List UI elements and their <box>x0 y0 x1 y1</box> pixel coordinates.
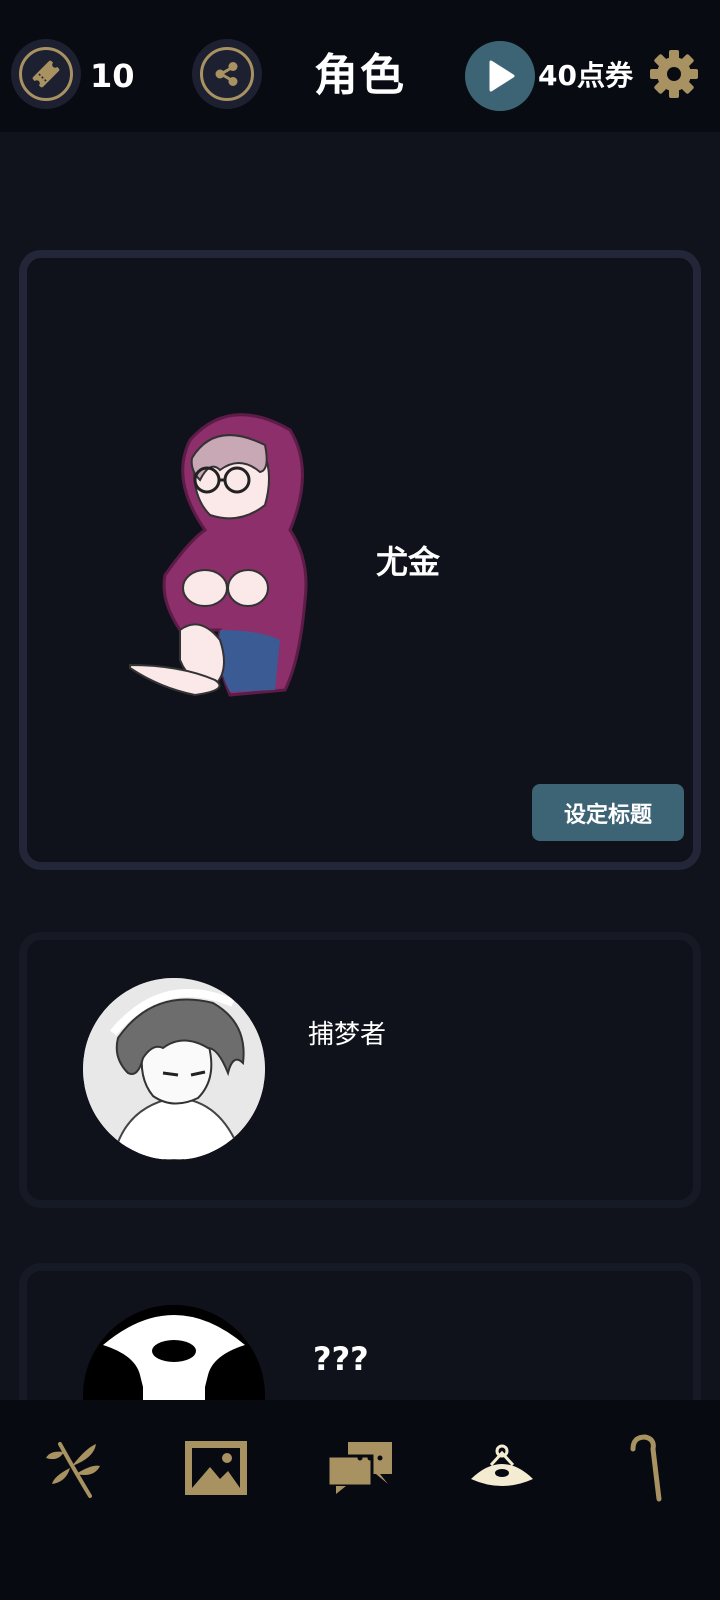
nav-chat[interactable] <box>320 1428 400 1508</box>
bottom-nav <box>0 1400 720 1600</box>
nav-branch[interactable] <box>34 1428 114 1508</box>
points-balance: 40点券 <box>538 59 633 92</box>
play-button[interactable] <box>465 41 535 111</box>
nav-character[interactable] <box>462 1428 542 1508</box>
top-bar: 10 角色 40点券 <box>0 0 720 132</box>
nav-cane[interactable] <box>604 1428 684 1508</box>
character-name: 尤金 <box>376 543 441 581</box>
character-fan-icon <box>471 1444 533 1486</box>
gallery-icon <box>185 1441 247 1495</box>
character-name: 捕梦者 <box>308 1020 387 1050</box>
nav-gallery[interactable] <box>176 1428 256 1508</box>
character-portrait <box>129 413 308 697</box>
set-title-button[interactable]: 设定标题 <box>532 784 684 841</box>
chat-icon <box>326 1442 392 1494</box>
cane-icon <box>630 1434 662 1502</box>
character-name: ??? <box>313 1340 369 1378</box>
character-avatar <box>83 978 265 1160</box>
gear-icon[interactable] <box>648 48 700 100</box>
play-icon <box>489 60 515 92</box>
branch-icon <box>46 1442 100 1498</box>
